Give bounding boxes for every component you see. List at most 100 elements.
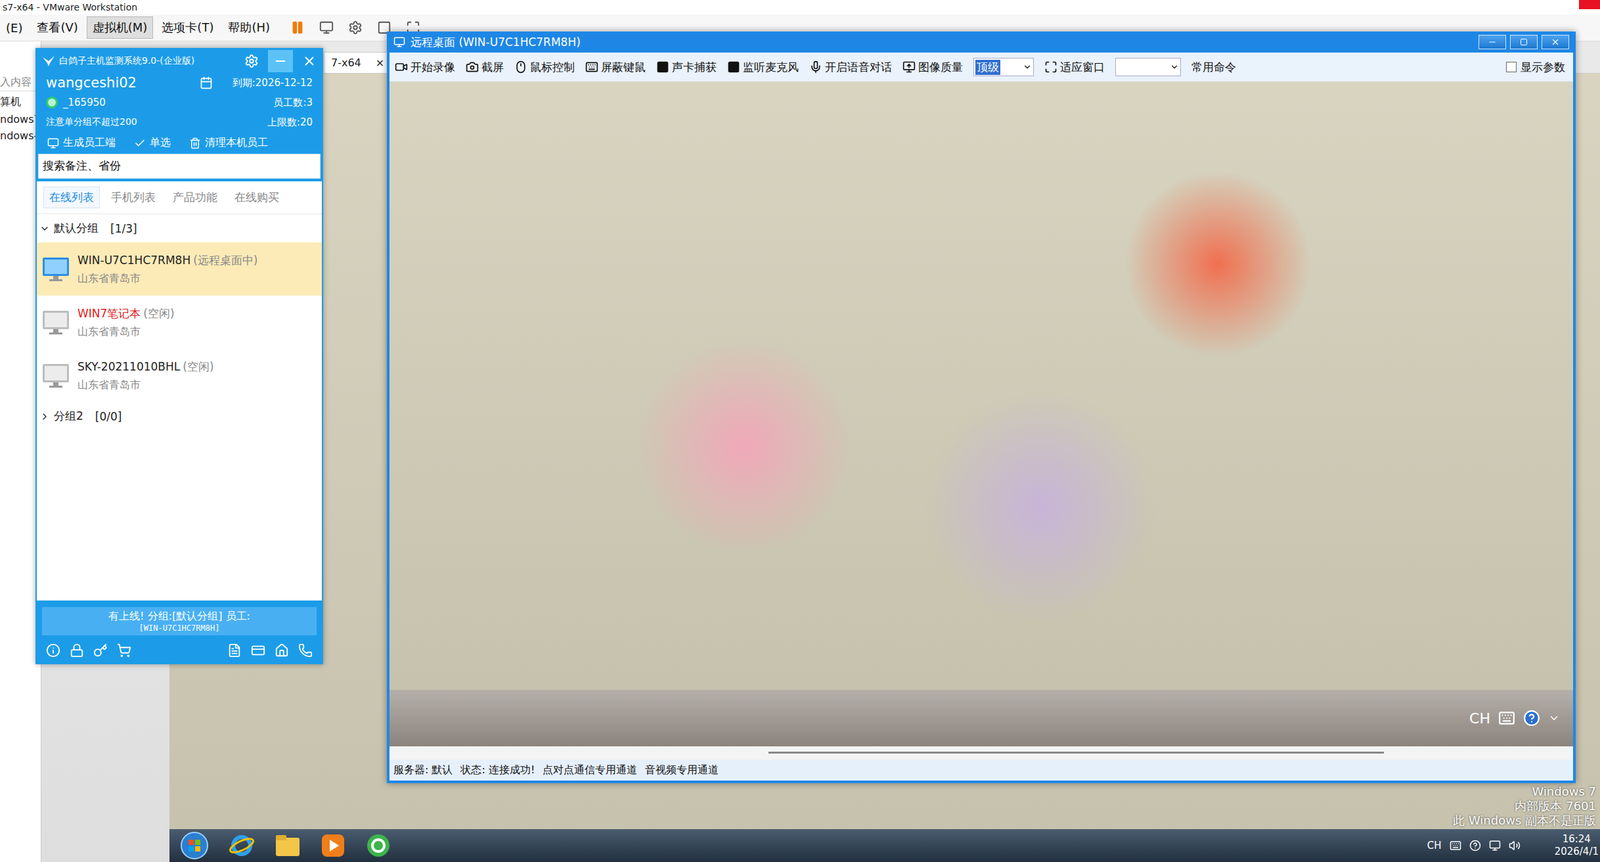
volume-icon[interactable] (1508, 839, 1521, 852)
home-icon[interactable] (274, 643, 289, 658)
host-row[interactable]: SKY-20211010BHL(空闲)山东省青岛市 (36, 348, 322, 402)
expanded-icon (39, 223, 50, 234)
app-title: 白鸽子主机监测系统9.0-(企业版) (59, 55, 195, 67)
status-text: 点对点通信专用通道 (542, 763, 638, 778)
help-icon[interactable] (1523, 709, 1541, 727)
media-player-icon[interactable] (320, 832, 346, 858)
cart-icon[interactable] (116, 643, 132, 658)
vm-tab[interactable]: 7-x64× (323, 51, 392, 73)
horizontal-scrollbar[interactable] (389, 746, 1574, 760)
tab[interactable]: 在线列表 (43, 186, 100, 209)
library-item[interactable]: ndows7 (0, 112, 41, 126)
toolbar-button[interactable]: 图像质量 (902, 59, 963, 75)
dropdown[interactable] (1115, 57, 1181, 77)
taskbar: CH 16:242026/4/1 (169, 828, 1600, 862)
toolbar-button[interactable]: 截屏 (465, 59, 504, 75)
action-button[interactable]: 生成员工端 (47, 135, 116, 150)
toolbar-button[interactable]: 监听麦克风 (727, 59, 799, 75)
send-keys-icon[interactable] (319, 20, 334, 35)
remote-wallpaper (389, 81, 1574, 690)
tab[interactable]: 手机列表 (105, 186, 162, 209)
group-note: 注意单分组不超过200 (45, 116, 138, 129)
group-row[interactable]: 分组2[0/0] (36, 401, 322, 431)
remote-language-indicator[interactable]: CH (1469, 710, 1491, 727)
gear-icon (244, 53, 259, 69)
scroll-thumb[interactable] (768, 751, 1384, 754)
library-item[interactable]: 算机 (0, 95, 41, 110)
folder-icon[interactable] (274, 833, 301, 858)
vmware-title: s7-x64 - VMware Workstation (2, 1, 138, 13)
limit-count: 上限数:20 (267, 116, 313, 129)
toolbar-button[interactable]: 开始录像 (394, 59, 456, 75)
search-input[interactable]: 搜索备注、省份 (38, 153, 321, 179)
host-row[interactable]: WIN-U7C1HC7RM8H(远程桌面中)山东省青岛市 (36, 242, 322, 296)
system-tray: CH 16:242026/4/1 (1427, 832, 1600, 858)
close-icon (302, 53, 317, 69)
library-item[interactable]: ndows- (0, 129, 41, 142)
key-icon[interactable] (93, 643, 108, 658)
group-row[interactable]: 默认分组[1/3] (36, 214, 322, 243)
close-icon (1550, 37, 1560, 47)
toolbar-button[interactable]: 适应窗口 (1044, 59, 1105, 75)
computer-icon (42, 363, 70, 389)
calendar-icon[interactable] (199, 76, 213, 90)
tab-close-button[interactable]: × (375, 56, 385, 69)
start-icon[interactable] (179, 830, 209, 860)
tab[interactable]: 产品功能 (166, 186, 224, 209)
host-row[interactable]: WIN7笔记本(空闲)山东省青岛市 (36, 295, 322, 349)
vmware-close-button[interactable] (1578, 0, 1600, 10)
lock-icon[interactable] (69, 643, 85, 658)
minimize-button[interactable] (267, 49, 293, 73)
browser-360-icon[interactable] (365, 832, 392, 859)
document-icon[interactable] (227, 643, 242, 658)
menu-item[interactable]: (E) (0, 17, 29, 39)
dropdown-arrow-icon (1169, 62, 1179, 72)
select-icon (133, 137, 146, 150)
tray-arrow-icon[interactable] (1548, 711, 1560, 724)
monitor-app-window: 白鸽子主机监测系统9.0-(企业版)wangceshi02到期:2026-12-… (35, 47, 324, 665)
toolbar-button[interactable]: 常用命令 (1191, 59, 1237, 75)
language-indicator[interactable]: CH (1427, 839, 1442, 852)
remote-screen[interactable]: CH (389, 81, 1574, 760)
toolbar-button[interactable]: 屏蔽键鼠 (585, 59, 646, 75)
computer-icon (42, 256, 70, 282)
clock[interactable]: 16:242026/4/1 (1554, 832, 1599, 858)
network-icon[interactable] (1488, 839, 1501, 852)
snapshot-icon[interactable] (348, 20, 363, 35)
menu-item[interactable]: 帮助(H) (222, 16, 276, 39)
help-icon[interactable] (1469, 839, 1482, 852)
phone-icon[interactable] (298, 643, 313, 658)
action-button[interactable]: 清理本机员工 (189, 135, 268, 150)
close-button[interactable] (1541, 34, 1570, 50)
card-icon[interactable] (250, 643, 266, 658)
ie-icon[interactable] (228, 832, 255, 859)
toolbar-button[interactable]: 鼠标控制 (514, 59, 575, 75)
menu-item[interactable]: 虚拟机(M) (86, 16, 154, 39)
pause-icon[interactable] (290, 20, 305, 35)
settings-button[interactable] (239, 49, 265, 73)
toolbar-icon (727, 60, 741, 74)
info-icon[interactable] (45, 643, 61, 658)
close-button[interactable] (296, 49, 322, 73)
screen: s7-x64 - VMware Workstation (E)查看(V)虚拟机(M… (0, 0, 1600, 862)
staff-count: 员工数:3 (273, 96, 313, 110)
show-params-checkbox[interactable]: 显示参数 (1506, 59, 1568, 75)
toolbar-button[interactable]: 开启语音对话 (809, 59, 892, 75)
toolbar-icon (809, 60, 823, 74)
toolbar-icon (465, 60, 479, 74)
minimize-button[interactable] (1478, 34, 1507, 50)
minimize-icon (1487, 37, 1497, 47)
keyboard-icon[interactable] (1498, 709, 1516, 727)
maximize-button[interactable] (1510, 34, 1538, 50)
dropdown[interactable]: 顶级 (973, 57, 1034, 77)
toolbar-button[interactable]: 声卡捕获 (656, 59, 717, 75)
menu-item[interactable]: 选项卡(T) (155, 16, 220, 39)
menu-item[interactable]: 查看(V) (30, 16, 84, 39)
toolbar-icon (656, 60, 670, 74)
tab[interactable]: 在线购买 (228, 186, 286, 209)
keyboard-icon[interactable] (1449, 839, 1462, 852)
generate-icon (47, 137, 60, 150)
action-button[interactable]: 单选 (133, 135, 171, 150)
library-search[interactable]: 入内容 (0, 74, 41, 92)
remote-taskbar: CH (389, 689, 1574, 747)
